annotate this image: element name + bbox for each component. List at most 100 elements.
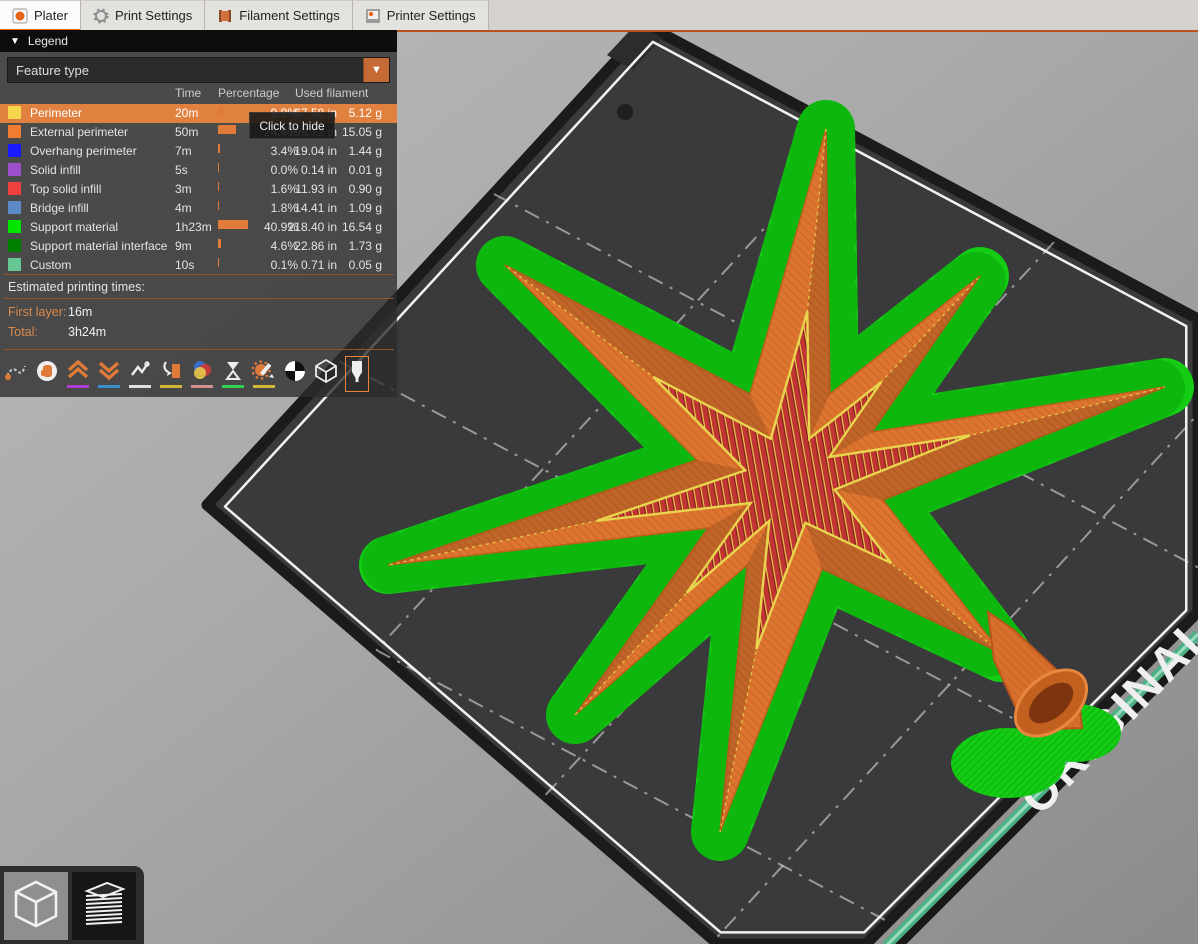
column-used-filament: Used filament (295, 86, 368, 100)
tab-label: Plater (34, 8, 68, 23)
legend-panel: ▼ Legend Feature type ▼ Time Percentage … (0, 30, 397, 397)
tab-print-settings[interactable]: Print Settings (81, 0, 205, 30)
feature-used-inches: 14.41 in (280, 201, 337, 215)
tab-plater[interactable]: Plater (0, 0, 81, 30)
feature-color-swatch (8, 239, 21, 252)
feature-label: Custom (30, 258, 71, 272)
bed-mark (617, 104, 633, 120)
first-layer-time: First layer: 16m (8, 305, 388, 319)
percentage-bar (218, 182, 219, 191)
shells-icon[interactable] (314, 356, 338, 392)
legend-header[interactable]: ▼ Legend (0, 30, 397, 52)
feature-label: Support material (30, 220, 118, 234)
filament-spool-icon (217, 8, 233, 24)
tool-changes-icon[interactable] (159, 356, 183, 392)
feature-rows: Perimeter 20m 9.9% 67.58 in 5.12 g Exter… (0, 104, 397, 275)
feature-color-swatch (8, 144, 21, 157)
feature-time: 50m (175, 125, 198, 139)
view-mode-switcher (0, 866, 144, 944)
retractions-icon[interactable] (66, 356, 90, 392)
chevron-down-icon: ▼ (371, 64, 382, 76)
feature-used-inches: 0.71 in (280, 258, 337, 272)
feature-row[interactable]: Support material 1h23m 40.9% 218.40 in 1… (0, 218, 397, 237)
feature-color-swatch (8, 258, 21, 271)
estimated-times-title: Estimated printing times: (8, 280, 145, 294)
feature-row[interactable]: Top solid infill 3m 1.6% 11.93 in 0.90 g (0, 180, 397, 199)
feature-label: Bridge infill (30, 201, 89, 215)
first-layer-label: First layer: (8, 305, 66, 319)
wipe-icon[interactable] (35, 356, 59, 392)
tooltip: Click to hide (249, 112, 335, 139)
layers-view-button[interactable] (72, 872, 136, 940)
feature-row[interactable]: Custom 10s 0.1% 0.71 in 0.05 g (0, 256, 397, 275)
3d-view-button[interactable] (4, 872, 68, 940)
feature-color-swatch (8, 163, 21, 176)
feature-color-swatch (8, 125, 21, 138)
separator (3, 298, 394, 299)
tool-marker-icon[interactable] (345, 356, 369, 392)
view-type-value: Feature type (16, 63, 89, 78)
percentage-bar (218, 201, 219, 210)
feature-used-grams: 0.01 g (338, 163, 382, 177)
feature-row[interactable]: Support material interface 9m 4.6% 22.86… (0, 237, 397, 256)
plater-icon (12, 8, 28, 24)
prusaslicer-window: ORIGINAL (0, 0, 1198, 944)
separator (3, 274, 394, 275)
feature-time: 7m (175, 144, 192, 158)
color-changes-icon[interactable] (190, 356, 214, 392)
travels-icon[interactable] (4, 356, 28, 392)
feature-used-grams: 16.54 g (338, 220, 382, 234)
tooltip-text: Click to hide (259, 119, 324, 133)
feature-row[interactable]: External perimeter 50m 24.4% 198.72 in 1… (0, 123, 397, 142)
dropdown-arrow-button[interactable]: ▼ (363, 58, 389, 82)
feature-used-grams: 1.73 g (338, 239, 382, 253)
seams-icon[interactable] (128, 356, 152, 392)
collapse-triangle-icon: ▼ (10, 36, 20, 47)
feature-color-swatch (8, 220, 21, 233)
feature-label: Solid infill (30, 163, 81, 177)
column-time: Time (175, 86, 201, 100)
feature-used-grams: 15.05 g (338, 125, 382, 139)
feature-color-swatch (8, 182, 21, 195)
pause-prints-icon[interactable] (221, 356, 245, 392)
feature-row[interactable]: Overhang perimeter 7m 3.4% 19.04 in 1.44… (0, 142, 397, 161)
percentage-bar (218, 239, 221, 248)
feature-row[interactable]: Solid infill 5s 0.0% 0.14 in 0.01 g (0, 161, 397, 180)
feature-used-grams: 0.90 g (338, 182, 382, 196)
feature-used-inches: 19.04 in (280, 144, 337, 158)
feature-used-grams: 1.44 g (338, 144, 382, 158)
feature-color-swatch (8, 201, 21, 214)
gear-icon (93, 8, 109, 24)
settings-tab-bar: Plater Print Settings Filament Settings … (0, 0, 1198, 32)
feature-used-grams: 0.05 g (338, 258, 382, 272)
feature-time: 20m (175, 106, 198, 120)
layers-stack-icon (77, 877, 131, 936)
tab-printer-settings[interactable]: Printer Settings (353, 0, 489, 30)
percentage-bar (218, 106, 225, 115)
percentage-bar (218, 125, 236, 134)
feature-label: Top solid infill (30, 182, 101, 196)
feature-used-inches: 22.86 in (280, 239, 337, 253)
cube-3d-icon (10, 878, 62, 935)
tab-label: Filament Settings (239, 8, 339, 23)
total-time: Total: 3h24m (8, 325, 388, 339)
feature-time: 9m (175, 239, 192, 253)
custom-gcodes-icon[interactable] (252, 356, 276, 392)
feature-time: 1h23m (175, 220, 212, 234)
first-layer-value: 16m (68, 305, 92, 319)
tab-filament-settings[interactable]: Filament Settings (205, 0, 352, 30)
feature-label: Perimeter (30, 106, 82, 120)
column-percentage: Percentage (218, 86, 279, 100)
total-value: 3h24m (68, 325, 106, 339)
center-of-gravity-icon[interactable] (283, 356, 307, 392)
feature-row[interactable]: Bridge infill 4m 1.8% 14.41 in 1.09 g (0, 199, 397, 218)
view-type-dropdown[interactable]: Feature type ▼ (7, 57, 390, 83)
total-label: Total: (8, 325, 38, 339)
feature-color-swatch (8, 106, 21, 119)
deretractions-icon[interactable] (97, 356, 121, 392)
feature-time: 4m (175, 201, 192, 215)
percentage-bar (218, 144, 220, 153)
printer-icon (365, 8, 381, 24)
feature-label: External perimeter (30, 125, 128, 139)
feature-row[interactable]: Perimeter 20m 9.9% 67.58 in 5.12 g (0, 104, 397, 123)
